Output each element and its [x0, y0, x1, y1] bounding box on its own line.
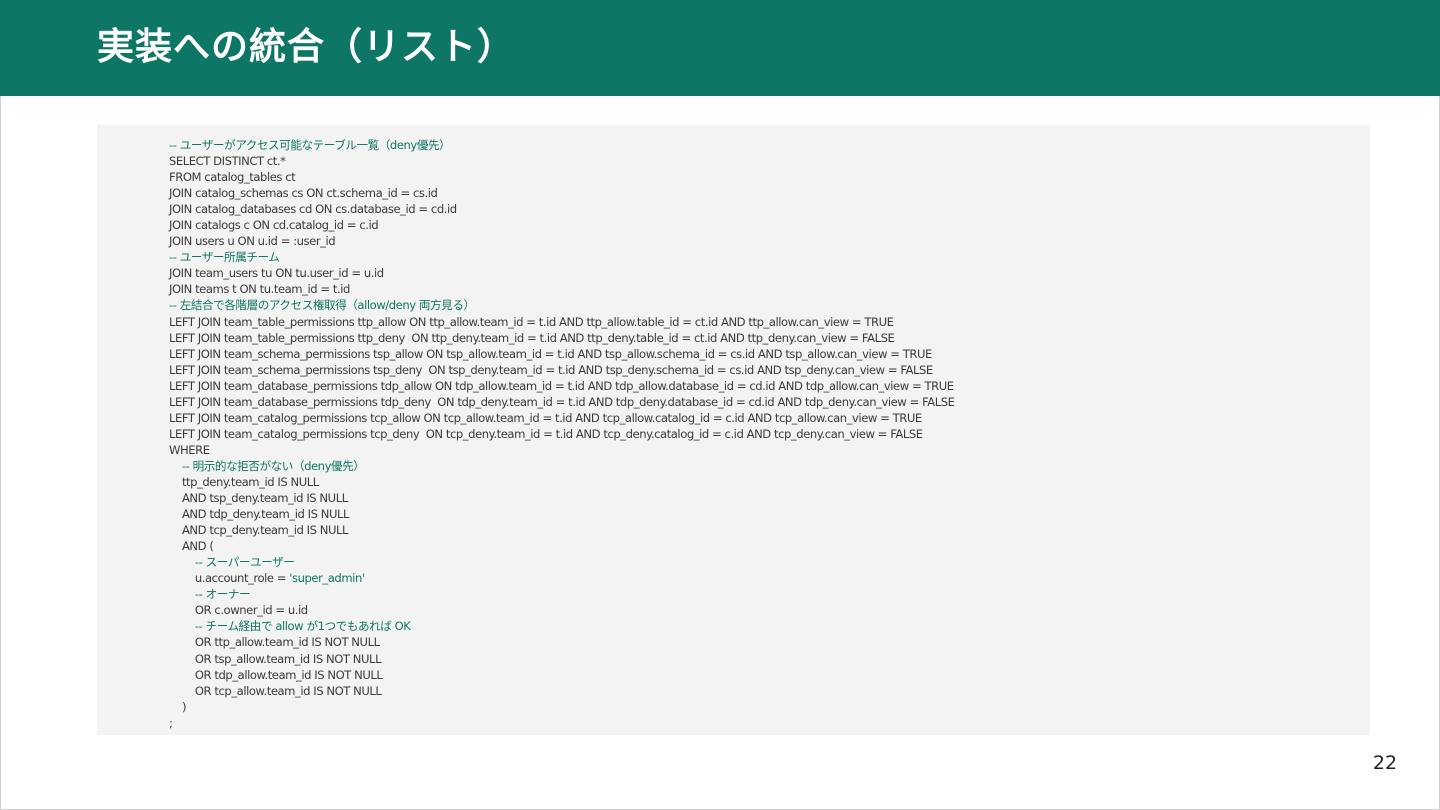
code-line-text: LEFT JOIN team_catalog_permissions tcp_d…: [169, 426, 923, 441]
code-line-text: JOIN team_users tu ON tu.user_id = u.id: [169, 266, 384, 281]
code-line: LEFT JOIN team_database_permissions tdp_…: [169, 378, 955, 394]
code-line-text: AND tcp_deny.team_id IS NULL: [169, 523, 349, 538]
code-lines: -- ユーザーがアクセス可能なテーブル一覧（deny優先） SELECT DIST…: [169, 137, 955, 731]
code-line: AND tdp_deny.team_id IS NULL: [169, 506, 955, 522]
code-line-text: LEFT JOIN team_catalog_permissions tcp_a…: [169, 410, 922, 425]
code-line-text: LEFT JOIN team_database_permissions tdp_…: [169, 394, 955, 409]
code-line-text: ;: [169, 715, 173, 730]
code-line-text: OR c.owner_id = u.id: [169, 603, 308, 618]
code-line: FROM catalog_tables ct: [169, 169, 955, 185]
code-line-text: OR ttp_allow.team_id IS NOT NULL: [169, 635, 380, 650]
code-line: AND (: [169, 538, 955, 554]
code-line-text: LEFT JOIN team_schema_permissions tsp_al…: [169, 346, 932, 361]
header-band: 実装への統合（リスト）: [0, 0, 1440, 96]
code-line: JOIN catalogs c ON cd.catalog_id = c.id: [169, 217, 955, 233]
page-number: 22: [1372, 752, 1398, 774]
slide-title: 実装への統合（リスト）: [97, 25, 515, 68]
code-line: JOIN catalog_schemas cs ON ct.schema_id …: [169, 185, 955, 201]
code-string-literal: 'super_admin': [289, 571, 365, 586]
code-line-text: AND tsp_deny.team_id IS NULL: [169, 491, 348, 506]
code-line-text: -- 明示的な拒否がない（deny優先）: [169, 458, 365, 473]
code-line-text: JOIN users u ON u.id = :user_id: [169, 234, 336, 249]
code-line-text: FROM catalog_tables ct: [169, 170, 296, 185]
code-line-text: JOIN catalog_schemas cs ON ct.schema_id …: [169, 186, 438, 201]
code-line-text: OR tsp_allow.team_id IS NOT NULL: [169, 651, 382, 666]
code-line: OR tdp_allow.team_id IS NOT NULL: [169, 667, 955, 683]
code-line: OR ttp_allow.team_id IS NOT NULL: [169, 634, 955, 650]
code-line-text: LEFT JOIN team_database_permissions tdp_…: [169, 378, 954, 393]
code-line: ;: [169, 715, 955, 731]
code-line: OR c.owner_id = u.id: [169, 602, 955, 618]
code-line: ): [169, 699, 955, 715]
code-comment-line: -- スーパーユーザー: [169, 554, 955, 570]
code-line-text: -- 左結合で各階層のアクセス権取得（allow/deny 両方見る）: [169, 298, 475, 313]
code-line: LEFT JOIN team_table_permissions ttp_all…: [169, 314, 955, 330]
code-line: u.account_role = 'super_admin': [169, 570, 955, 586]
code-line: LEFT JOIN team_schema_permissions tsp_de…: [169, 362, 955, 378]
code-line-text: JOIN catalogs c ON cd.catalog_id = c.id: [169, 218, 379, 233]
code-line-text: -- オーナー: [169, 587, 251, 602]
code-line: LEFT JOIN team_table_permissions ttp_den…: [169, 330, 955, 346]
code-line: JOIN team_users tu ON tu.user_id = u.id: [169, 265, 955, 281]
code-line: OR tsp_allow.team_id IS NOT NULL: [169, 651, 955, 667]
code-line-text: JOIN catalog_databases cd ON cs.database…: [169, 202, 457, 217]
code-line-text: JOIN teams t ON tu.team_id = t.id: [169, 282, 350, 297]
code-line-text: LEFT JOIN team_schema_permissions tsp_de…: [169, 362, 933, 377]
code-line: AND tsp_deny.team_id IS NULL: [169, 490, 955, 506]
code-line-text: -- ユーザーがアクセス可能なテーブル一覧（deny優先）: [169, 138, 451, 152]
code-line: SELECT DISTINCT ct.*: [169, 153, 955, 169]
code-line: WHERE: [169, 442, 955, 458]
code-line-text: WHERE: [169, 442, 210, 457]
code-line-text: AND (: [169, 539, 214, 554]
code-line-text: AND tdp_deny.team_id IS NULL: [169, 507, 350, 522]
code-line-text: -- ユーザー所属チーム: [169, 250, 280, 265]
code-line-text: OR tdp_allow.team_id IS NOT NULL: [169, 667, 383, 682]
code-line: ttp_deny.team_id IS NULL: [169, 474, 955, 490]
code-line: LEFT JOIN team_schema_permissions tsp_al…: [169, 346, 955, 362]
code-comment-line: -- 左結合で各階層のアクセス権取得（allow/deny 両方見る）: [169, 297, 955, 313]
code-line-text: LEFT JOIN team_table_permissions ttp_all…: [169, 314, 894, 329]
code-line: JOIN users u ON u.id = :user_id: [169, 233, 955, 249]
code-line-text: ): [169, 699, 187, 714]
code-line: OR tcp_allow.team_id IS NOT NULL: [169, 683, 955, 699]
code-comment-line: -- ユーザー所属チーム: [169, 249, 955, 265]
code-line: LEFT JOIN team_catalog_permissions tcp_a…: [169, 410, 955, 426]
code-line-text: LEFT JOIN team_table_permissions ttp_den…: [169, 330, 895, 345]
code-line-text: OR tcp_allow.team_id IS NOT NULL: [169, 683, 382, 698]
code-line: AND tcp_deny.team_id IS NULL: [169, 522, 955, 538]
code-line-text: -- チーム経由で allow が1つでもあれば OK: [169, 619, 411, 634]
code-comment-line: -- オーナー: [169, 586, 955, 602]
code-line-text: SELECT DISTINCT ct.*: [169, 154, 286, 169]
code-comment-line: -- ユーザーがアクセス可能なテーブル一覧（deny優先）: [169, 137, 955, 153]
code-line: JOIN teams t ON tu.team_id = t.id: [169, 281, 955, 297]
code-line: LEFT JOIN team_catalog_permissions tcp_d…: [169, 426, 955, 442]
code-line-text: u.account_role =: [169, 571, 290, 586]
code-line-text: ttp_deny.team_id IS NULL: [169, 474, 319, 489]
code-line: LEFT JOIN team_database_permissions tdp_…: [169, 394, 955, 410]
code-line-text: -- スーパーユーザー: [169, 555, 295, 570]
code-comment-line: -- チーム経由で allow が1つでもあれば OK: [169, 618, 955, 634]
code-comment-line: -- 明示的な拒否がない（deny優先）: [169, 458, 955, 474]
code-line: JOIN catalog_databases cd ON cs.database…: [169, 201, 955, 217]
code-block: -- ユーザーがアクセス可能なテーブル一覧（deny優先） SELECT DIST…: [97, 125, 1370, 735]
